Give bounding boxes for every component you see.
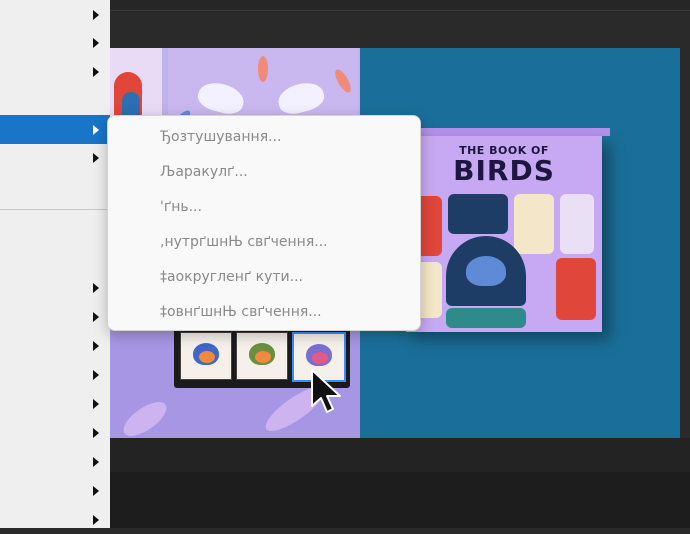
book-edge [414, 128, 610, 136]
book-tile-red-right [556, 258, 596, 320]
left-menu-item-9[interactable] [0, 360, 110, 389]
left-menu-item-13[interactable] [0, 476, 110, 505]
book-tile-owl [560, 194, 594, 254]
left-menu-item-11[interactable] [0, 418, 110, 447]
book-tile-teal [446, 308, 526, 328]
mouse-cursor-icon [311, 369, 341, 413]
left-menu-item-1[interactable] [0, 0, 110, 29]
left-menu-item-7[interactable] [0, 302, 110, 331]
submenu-arrow-icon [93, 311, 99, 322]
submenu-arrow-icon [93, 66, 99, 77]
app-bottom-panel [110, 438, 690, 528]
book-title-big: BIRDS [453, 154, 555, 187]
menu-separator [0, 209, 110, 210]
book-cover: THE BOOK OF BIRDS [406, 136, 602, 332]
left-menu-item-3[interactable] [0, 57, 110, 86]
left-menu-item-10[interactable] [0, 389, 110, 418]
context-menu-item-4[interactable]: ,нутрґшнЊ свґчення... [160, 229, 328, 255]
submenu-arrow-icon [93, 124, 99, 135]
left-menu-item-12[interactable] [0, 447, 110, 476]
left-menu-panel [0, 0, 110, 528]
left-menu-item-2[interactable] [0, 28, 110, 57]
submenu-arrow-icon [93, 485, 99, 496]
left-menu-item-6[interactable] [0, 273, 110, 302]
left-menu-item-selected[interactable] [0, 115, 110, 144]
context-menu: Ђозтушування... Љаракулґ... 'ґнь... ,нут… [107, 115, 421, 331]
submenu-arrow-icon [93, 427, 99, 438]
submenu-arrow-icon [93, 398, 99, 409]
submenu-arrow-icon [93, 282, 99, 293]
thumbnail-1[interactable] [180, 332, 232, 380]
book-bird-center [466, 256, 506, 286]
left-menu-item-5[interactable] [0, 143, 110, 172]
submenu-arrow-icon [93, 369, 99, 380]
app-top-divider [110, 10, 690, 11]
submenu-arrow-icon [93, 456, 99, 467]
submenu-arrow-icon [93, 514, 99, 525]
context-menu-item-5[interactable]: ‡аокругленґ кути... [160, 264, 303, 290]
submenu-arrow-icon [93, 9, 99, 20]
submenu-arrow-icon [93, 37, 99, 48]
context-menu-item-3[interactable]: 'ґнь... [160, 194, 202, 220]
context-menu-item-2[interactable]: Љаракулґ... [160, 159, 248, 185]
context-menu-item-6[interactable]: ‡овнґшнЊ свґчення... [160, 299, 322, 325]
submenu-arrow-icon [93, 340, 99, 351]
timeline-strip [110, 472, 690, 528]
book-tile-cream [514, 194, 554, 254]
left-menu-item-8[interactable] [0, 331, 110, 360]
thumbnail-2[interactable] [236, 332, 288, 380]
left-menu-item-14[interactable] [0, 505, 110, 534]
book-tile-navy [448, 194, 508, 234]
submenu-arrow-icon [93, 152, 99, 163]
context-menu-item-1[interactable]: Ђозтушування... [160, 124, 281, 150]
